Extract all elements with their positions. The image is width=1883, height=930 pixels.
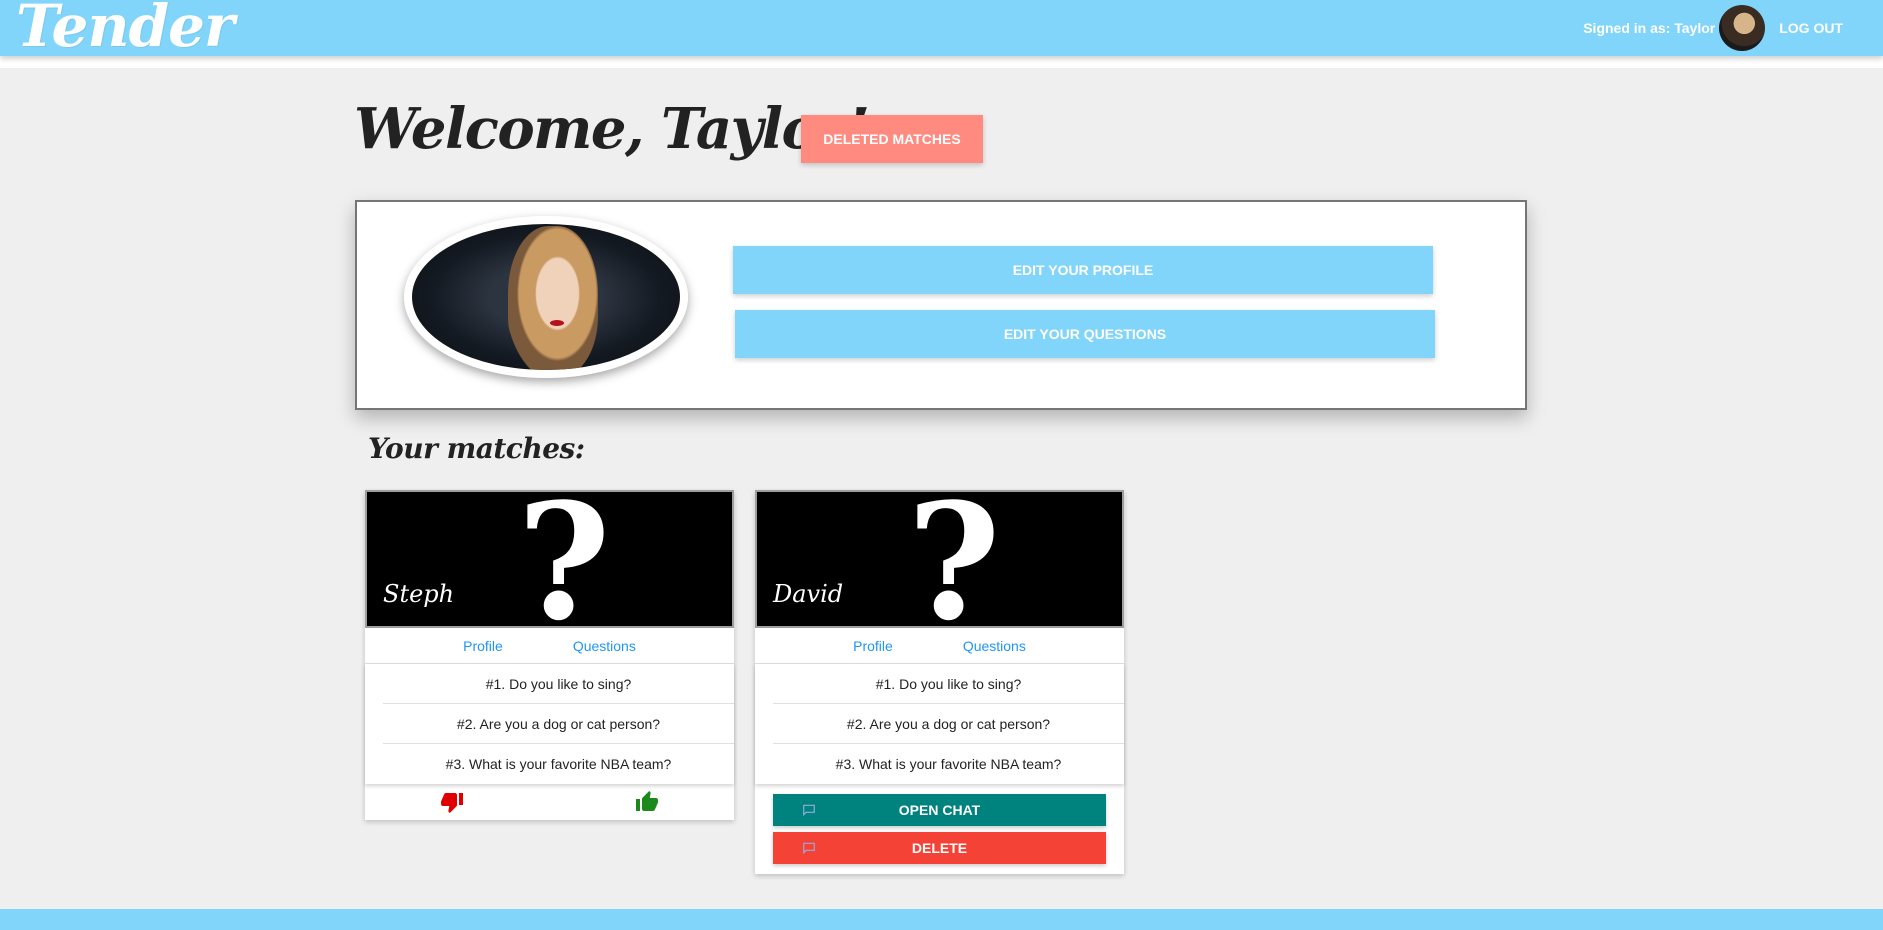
match-links: Profile Questions xyxy=(365,628,734,664)
match-card: ? Steph Profile Questions #1. Do you lik… xyxy=(365,490,734,820)
delete-match-button[interactable]: DELETE xyxy=(773,832,1106,864)
list-item: #2. Are you a dog or cat person? xyxy=(383,704,734,744)
profile-link[interactable]: Profile xyxy=(853,638,893,654)
signed-in-label: Signed in as: Taylor xyxy=(1583,20,1716,36)
brand-logo[interactable]: Tender xyxy=(16,0,235,58)
question-list: #1. Do you like to sing? #2. Are you a d… xyxy=(755,664,1124,784)
question-mark-icon: ? xyxy=(517,490,611,628)
delete-label: DELETE xyxy=(911,840,968,856)
matches-heading: Your matches: xyxy=(368,432,585,465)
deleted-matches-button[interactable]: DELETED MATCHES xyxy=(801,115,983,163)
questions-link[interactable]: Questions xyxy=(573,638,636,654)
list-item: #3. What is your favorite NBA team? xyxy=(835,756,1062,772)
footer xyxy=(0,909,1883,930)
match-image[interactable]: ? Steph xyxy=(365,490,734,628)
list-item: #3. What is your favorite NBA team? xyxy=(445,756,672,772)
list-item: #1. Do you like to sing? xyxy=(773,664,1124,704)
match-links: Profile Questions xyxy=(755,628,1124,664)
questions-link[interactable]: Questions xyxy=(963,638,1026,654)
thumbs-up-icon[interactable] xyxy=(634,790,660,814)
nav-right: Signed in as: Taylor LOG OUT xyxy=(1583,0,1843,56)
avatar[interactable] xyxy=(1719,5,1766,51)
edit-profile-button[interactable]: EDIT YOUR PROFILE xyxy=(733,246,1433,294)
chat-icon xyxy=(803,804,815,817)
list-item: #1. Do you like to sing? xyxy=(383,664,734,704)
edit-questions-button[interactable]: EDIT YOUR QUESTIONS xyxy=(735,310,1435,358)
profile-card: EDIT YOUR PROFILE EDIT YOUR QUESTIONS xyxy=(355,200,1527,410)
nav-divider xyxy=(0,56,1883,68)
page-title: Welcome, Taylor! xyxy=(354,96,870,162)
match-name: Steph xyxy=(383,580,455,608)
question-list: #1. Do you like to sing? #2. Are you a d… xyxy=(365,664,734,784)
chat-actions: OPEN CHAT DELETE xyxy=(755,784,1124,874)
profile-photo-face xyxy=(508,226,598,370)
profile-link[interactable]: Profile xyxy=(463,638,503,654)
vote-row xyxy=(365,784,734,820)
profile-photo xyxy=(404,216,688,378)
logout-button[interactable]: LOG OUT xyxy=(1779,20,1843,36)
profile-photo-detail xyxy=(550,320,564,326)
open-chat-label: OPEN CHAT xyxy=(898,802,981,818)
thumbs-down-icon[interactable] xyxy=(439,790,465,814)
navbar: Tender Signed in as: Taylor LOG OUT xyxy=(0,0,1883,58)
question-mark-icon: ? xyxy=(907,490,1001,628)
open-chat-button[interactable]: OPEN CHAT xyxy=(773,794,1106,826)
match-image[interactable]: ? David xyxy=(755,490,1124,628)
match-card: ? David Profile Questions #1. Do you lik… xyxy=(755,490,1124,874)
chat-icon xyxy=(803,842,815,855)
list-item: #2. Are you a dog or cat person? xyxy=(773,704,1124,744)
match-name: David xyxy=(773,580,844,608)
